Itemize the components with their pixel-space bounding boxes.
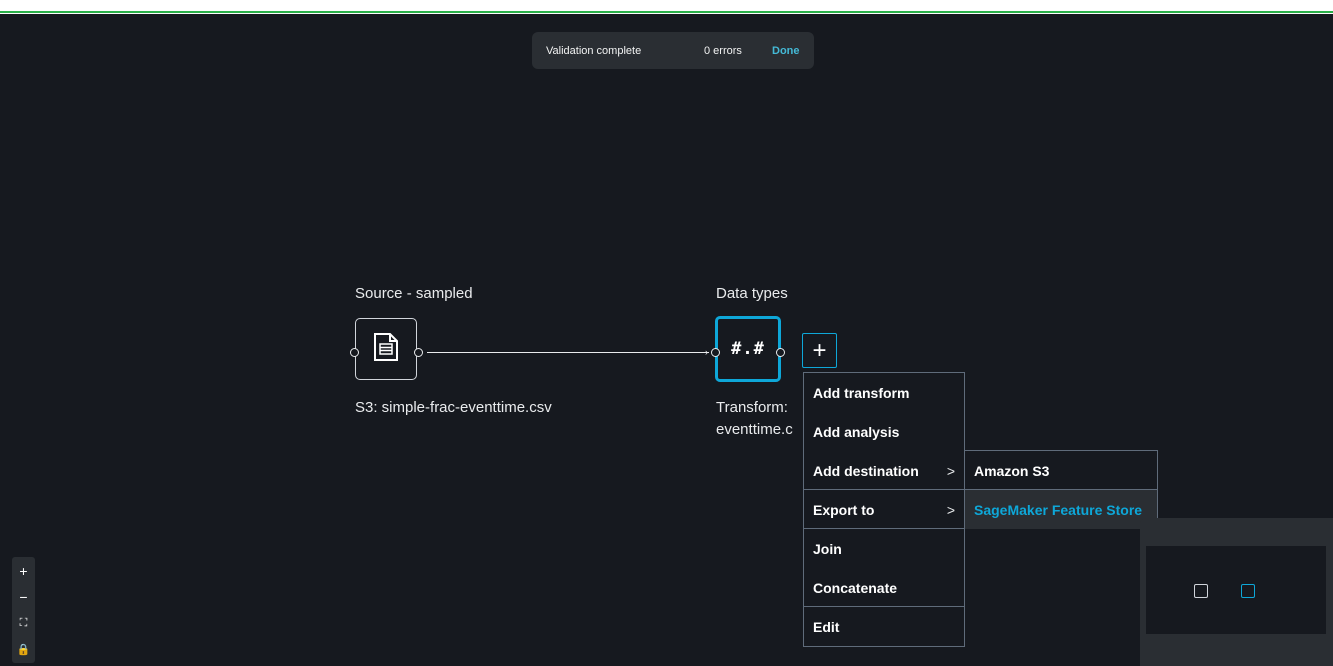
- edge-arrow-icon: ›: [705, 347, 708, 357]
- source-node-caption: S3: simple-frac-eventtime.csv: [355, 399, 552, 416]
- fit-view-button[interactable]: ⛶: [12, 611, 35, 635]
- menu-item-edit[interactable]: Edit: [804, 607, 964, 646]
- chevron-right-icon: >: [946, 501, 955, 518]
- source-node-title: Source - sampled: [355, 285, 473, 302]
- datatype-hash-icon: #.#: [731, 339, 765, 359]
- zoom-out-button[interactable]: −: [12, 585, 35, 609]
- export-submenu: Amazon S3 SageMaker Feature Store: [964, 450, 1158, 529]
- zoom-in-button[interactable]: +: [12, 559, 35, 583]
- validation-error-count: 0 errors: [704, 45, 742, 57]
- menu-item-label: Add analysis: [813, 423, 900, 440]
- chevron-right-icon: >: [946, 462, 955, 479]
- datatypes-node-title: Data types: [716, 285, 788, 302]
- menu-item-label: Concatenate: [813, 579, 898, 596]
- submenu-item-sagemaker-feature-store[interactable]: SageMaker Feature Store: [965, 490, 1157, 529]
- minimap-viewport[interactable]: [1146, 546, 1326, 634]
- source-output-port[interactable]: [414, 348, 423, 357]
- menu-item-label: Edit: [813, 618, 840, 635]
- menu-item-concatenate[interactable]: Concatenate: [804, 568, 964, 607]
- menu-item-add-destination[interactable]: Add destination >: [804, 451, 964, 490]
- validation-title: Validation complete: [546, 45, 642, 57]
- menu-item-export-to[interactable]: Export to >: [804, 490, 964, 529]
- submenu-item-amazon-s3[interactable]: Amazon S3: [965, 451, 1157, 490]
- menu-item-label: Export to: [813, 501, 875, 518]
- menu-item-add-transform[interactable]: Add transform: [804, 373, 964, 412]
- datatypes-node[interactable]: #.#: [715, 316, 781, 382]
- lock-icon[interactable]: 🔒: [12, 637, 35, 661]
- connection-edge: [427, 352, 709, 353]
- datatypes-caption-line2: eventtime.c: [716, 421, 793, 438]
- top-bar: [0, 0, 1333, 14]
- add-step-button[interactable]: +: [802, 333, 837, 368]
- flow-canvas[interactable]: [0, 14, 1333, 666]
- menu-item-label: Add destination: [813, 462, 919, 479]
- datatypes-output-port[interactable]: [776, 348, 785, 357]
- datatypes-caption-line1: Transform:: [716, 399, 788, 416]
- minimap[interactable]: [1140, 518, 1333, 666]
- submenu-item-label: SageMaker Feature Store: [974, 501, 1143, 518]
- validation-done-link[interactable]: Done: [772, 45, 800, 57]
- zoom-controls: + − ⛶ 🔒: [12, 557, 35, 663]
- validation-banner: Validation complete 0 errors Done: [532, 32, 814, 69]
- source-node[interactable]: [355, 318, 417, 380]
- menu-item-join[interactable]: Join: [804, 529, 964, 568]
- document-icon: [373, 332, 399, 367]
- context-menu: Add transform Add analysis Add destinati…: [803, 372, 965, 647]
- menu-item-label: Add transform: [813, 384, 910, 401]
- menu-item-label: Join: [813, 540, 842, 557]
- source-input-port[interactable]: [350, 348, 359, 357]
- datatypes-input-port[interactable]: [711, 348, 720, 357]
- minimap-datatypes-node: [1241, 584, 1255, 598]
- menu-item-add-analysis[interactable]: Add analysis: [804, 412, 964, 451]
- minimap-source-node: [1194, 584, 1208, 598]
- top-progress-line: [0, 11, 1333, 13]
- submenu-item-label: Amazon S3: [974, 462, 1050, 479]
